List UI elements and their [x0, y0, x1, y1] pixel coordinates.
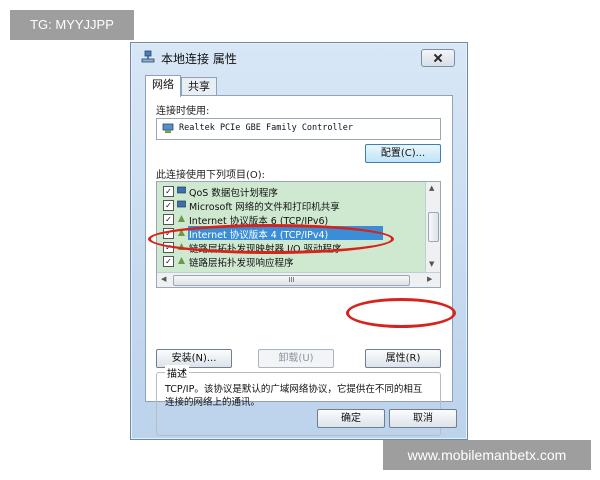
- item-label: 链路层拓扑发现响应程序: [189, 258, 294, 269]
- properties-button[interactable]: 属性(R): [365, 349, 441, 368]
- list-item[interactable]: ✓ 链路层拓扑发现响应程序: [157, 254, 425, 269]
- adapter-field: Realtek PCIe GBE Family Controller: [156, 118, 441, 140]
- horizontal-scrollbar[interactable]: ◀ III ▶: [157, 272, 440, 287]
- scroll-down-icon[interactable]: ▼: [429, 260, 434, 268]
- dialog-title: 本地连接 属性: [161, 52, 237, 66]
- list-item[interactable]: ✓ QoS 数据包计划程序: [157, 184, 425, 199]
- item-label: Microsoft 网络的文件和打印机共享: [189, 202, 340, 213]
- connect-using-label: 连接时使用:: [156, 106, 210, 117]
- network-adapter-icon: [162, 123, 174, 133]
- configure-button[interactable]: 配置(C)...: [365, 144, 441, 163]
- network-connection-icon: [141, 50, 155, 63]
- close-button[interactable]: [421, 49, 455, 67]
- title-bar[interactable]: 本地连接 属性: [131, 43, 467, 71]
- description-title: 描述: [165, 365, 189, 380]
- item-checkbox[interactable]: ✓: [163, 186, 174, 197]
- vertical-scroll-thumb[interactable]: [428, 212, 439, 242]
- vertical-scrollbar[interactable]: ▲ ▼: [425, 182, 440, 272]
- scroll-right-icon[interactable]: ▶: [427, 275, 432, 283]
- tg-tag-label: TG: MYYJJPP: [10, 10, 134, 40]
- item-checkbox[interactable]: ✓: [163, 200, 174, 211]
- horizontal-scroll-thumb[interactable]: III: [173, 275, 410, 286]
- list-item[interactable]: ✓ Microsoft 网络的文件和打印机共享: [157, 198, 425, 213]
- cancel-button[interactable]: 取消: [389, 409, 457, 428]
- scroll-left-icon[interactable]: ◀: [161, 275, 166, 283]
- item-checkbox[interactable]: ✓: [163, 256, 174, 267]
- protocol-icon: [178, 215, 185, 222]
- items-label: 此连接使用下列项目(O):: [156, 170, 266, 181]
- item-checkbox[interactable]: ✓: [163, 214, 174, 225]
- scroll-up-icon[interactable]: ▲: [429, 184, 434, 192]
- tab-network[interactable]: 网络: [145, 75, 181, 97]
- description-text: TCP/IP。该协议是默认的广域网络协议，它提供在不同的相互连接的网络上的通讯。: [165, 384, 423, 408]
- properties-highlight-ellipse: [346, 298, 456, 328]
- adapter-name: Realtek PCIe GBE Family Controller: [179, 123, 353, 133]
- tcpipv4-highlight-ellipse: [148, 224, 394, 254]
- network-service-icon: [177, 186, 186, 194]
- network-service-icon: [177, 200, 186, 208]
- uninstall-button[interactable]: 卸载(U): [258, 349, 334, 368]
- item-label: QoS 数据包计划程序: [189, 188, 278, 199]
- tab-sharing[interactable]: 共享: [181, 77, 217, 96]
- site-watermark: www.mobilemanbetx.com: [383, 440, 591, 470]
- protocol-icon: [178, 257, 185, 264]
- ok-button[interactable]: 确定: [317, 409, 385, 428]
